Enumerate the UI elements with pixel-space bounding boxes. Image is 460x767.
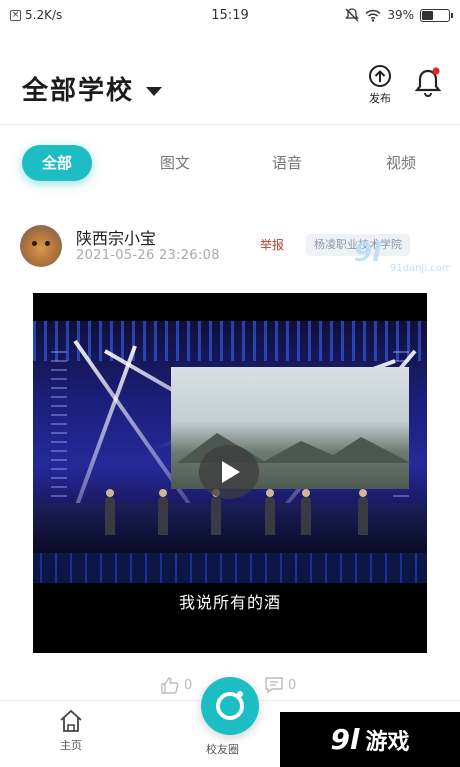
upload-icon (369, 65, 391, 87)
bell-icon (414, 67, 442, 97)
report-button[interactable]: 举报 (260, 236, 284, 253)
stage-lights (33, 321, 427, 361)
battery-fill (422, 10, 433, 20)
net-speed: 5.2K/s (25, 8, 63, 22)
comment-count: 0 (288, 677, 297, 693)
comment-icon (265, 677, 283, 694)
header-divider (0, 124, 460, 125)
comment-button[interactable]: 0 (264, 676, 296, 694)
publish-label: 发布 (369, 92, 391, 105)
tab-all[interactable]: 全部 (22, 145, 92, 181)
performer (265, 489, 275, 535)
thumbs-up-icon (161, 677, 179, 694)
watermark-logo-mark: 9l (330, 723, 360, 756)
app-header: 全部学校 发布 (0, 52, 460, 122)
nav-home[interactable]: 主页 (58, 709, 84, 753)
nav-alumni-circle[interactable]: 校友圈 (206, 741, 239, 757)
battery-percent: 39% (387, 8, 414, 22)
like-count: 0 (184, 677, 193, 693)
watermark-logo: 9l 91danji.com (354, 238, 450, 274)
tab-video[interactable]: 视频 (366, 145, 436, 181)
publish-button[interactable]: 发布 (362, 64, 398, 114)
performer (105, 489, 115, 535)
alumni-circle-button[interactable] (201, 677, 259, 735)
school-selector[interactable]: 全部学校 (22, 70, 163, 107)
mute-icon (345, 8, 360, 22)
like-button[interactable]: 0 (160, 676, 192, 694)
svg-text:91danji.com: 91danji.com (390, 263, 450, 274)
mountain (321, 437, 411, 463)
avatar-eye (32, 241, 37, 246)
video-player[interactable]: 我说所有的酒 (33, 293, 427, 653)
play-button[interactable] (199, 445, 259, 499)
performer (211, 489, 221, 535)
svg-text:9l: 9l (354, 238, 382, 268)
crowd (33, 553, 427, 583)
camera-dot (237, 691, 243, 697)
tab-voice[interactable]: 语音 (252, 145, 322, 181)
notification-close-icon: × (10, 9, 21, 21)
author-name[interactable]: 陕西宗小宝 (76, 225, 156, 249)
nav-alumni-circle-label: 校友圈 (206, 743, 239, 756)
video-subtitle: 我说所有的酒 (178, 593, 281, 612)
clock: 15:19 (211, 7, 249, 23)
tab-graphic-text[interactable]: 图文 (140, 145, 210, 181)
performer (358, 489, 368, 535)
notifications-button[interactable] (412, 66, 444, 100)
avatar-eye (45, 241, 50, 246)
nav-home-label: 主页 (60, 739, 82, 752)
caret-down-icon (146, 87, 163, 96)
home-icon (60, 709, 82, 732)
content-tabs: 全部 图文 语音 视频 (0, 145, 460, 181)
page-title: 全部学校 (22, 76, 135, 106)
wifi-icon (365, 9, 381, 22)
site-watermark: 9l 游戏 (280, 712, 460, 767)
performer (301, 489, 311, 535)
performer (158, 489, 168, 535)
battery-icon (420, 8, 453, 22)
avatar[interactable] (20, 225, 62, 267)
post-timestamp: 2021-05-26 23:26:08 (76, 248, 220, 263)
watermark-text: 游戏 (365, 729, 410, 755)
status-bar: × 5.2K/s 15:19 39% (0, 0, 460, 30)
